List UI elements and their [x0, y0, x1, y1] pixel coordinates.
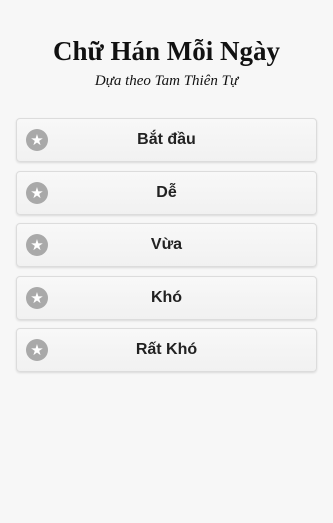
- level-button-label: Khó: [150, 288, 183, 306]
- level-button-bat-dau[interactable]: ★ Bắt đầu: [16, 118, 317, 162]
- level-button-label: Bắt đầu: [137, 131, 196, 148]
- page-subtitle: Dựa theo Tam Thiên Tự: [94, 73, 239, 89]
- level-button-vua[interactable]: ★ Vừa: [16, 223, 317, 267]
- level-button-label: Rất Khó: [135, 341, 198, 358]
- level-button-label: Dễ: [156, 183, 177, 201]
- level-button-kho[interactable]: ★ Khó: [16, 275, 317, 320]
- level-button-label: Vừa: [150, 236, 183, 253]
- level-menu: ★ Bắt đầu ★ Dễ ★ Vừa ★ Khó ★ Rất Khó: [16, 118, 317, 381]
- page-title: Chữ Hán Mỗi Ngày: [53, 36, 280, 66]
- level-button-rat-kho[interactable]: ★ Rất Khó: [16, 328, 317, 372]
- level-button-de[interactable]: ★ Dễ: [16, 170, 317, 215]
